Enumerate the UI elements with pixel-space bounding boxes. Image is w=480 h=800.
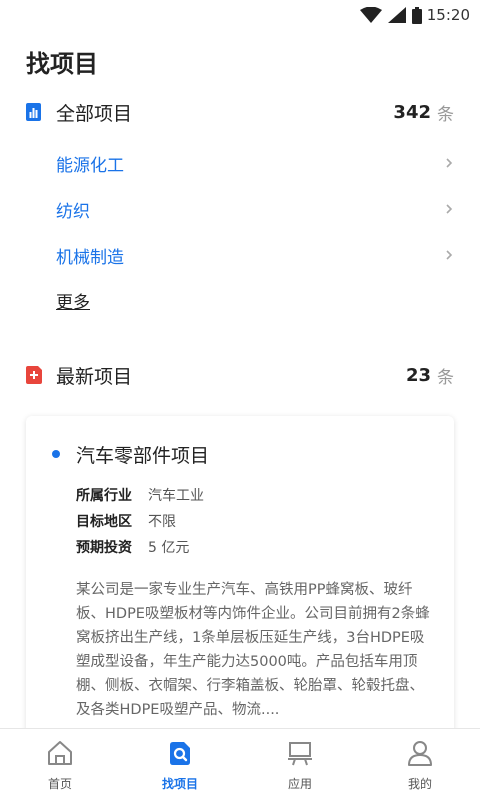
- meta-key: 预期投资: [76, 540, 132, 556]
- new-projects-header[interactable]: 最新项目 23 条: [26, 361, 454, 389]
- tab-label: 首页: [47, 777, 72, 791]
- new-projects-title: 最新项目: [56, 365, 133, 388]
- search-project-icon: [170, 742, 190, 765]
- chevron-right-icon: [446, 158, 453, 168]
- meta-value: 汽车工业: [148, 488, 204, 504]
- chevron-right-icon: [446, 204, 453, 214]
- home-icon: [48, 741, 72, 765]
- apps-icon: [288, 742, 312, 766]
- signal-icon: [388, 7, 406, 23]
- meta-value: 5 亿元: [148, 540, 190, 556]
- all-projects-title: 全部项目: [56, 102, 133, 125]
- category-label: 能源化工: [56, 155, 124, 176]
- status-icons: [360, 6, 422, 24]
- meta-value: 不限: [148, 514, 176, 530]
- bottom-tab-bar: 首页 找项目 应用 我的: [0, 728, 480, 800]
- new-document-icon: [26, 366, 42, 384]
- category-label: 纺织: [56, 201, 90, 222]
- category-label: 机械制造: [56, 247, 124, 268]
- project-description: 某公司是一家专业生产汽车、高铁用PP蜂窝板、玻纤板、HDPE吸塑板材等内饰件企业…: [76, 582, 430, 718]
- project-meta: 所属行业 汽车工业 目标地区 不限 预期投资 5 亿元: [76, 482, 430, 560]
- tab-label: 我的: [407, 777, 432, 791]
- battery-icon: [412, 6, 422, 24]
- bullet-dot-icon: [52, 450, 60, 458]
- tab-mine[interactable]: 我的: [360, 729, 480, 800]
- category-list: 能源化工 纺织 机械制造: [56, 140, 454, 278]
- category-item-energy[interactable]: 能源化工: [56, 140, 454, 186]
- category-item-machinery[interactable]: 机械制造: [56, 232, 454, 278]
- status-time: 15:20: [426, 6, 470, 24]
- new-projects-unit: 条: [437, 367, 454, 388]
- meta-row-investment: 预期投资 5 亿元: [76, 534, 430, 560]
- user-icon: [408, 741, 432, 766]
- all-projects-header[interactable]: 全部项目 342 条: [26, 98, 454, 126]
- chevron-right-icon: [446, 250, 453, 260]
- tab-apps[interactable]: 应用: [240, 729, 360, 800]
- meta-row-industry: 所属行业 汽车工业: [76, 482, 430, 508]
- tab-label: 应用: [287, 777, 312, 791]
- more-link[interactable]: 更多: [56, 288, 90, 313]
- meta-key: 目标地区: [76, 514, 132, 530]
- all-projects-unit: 条: [437, 104, 454, 125]
- category-item-textile[interactable]: 纺织: [56, 186, 454, 232]
- meta-key: 所属行业: [76, 488, 132, 504]
- all-projects-count: 342: [393, 101, 431, 123]
- tab-home[interactable]: 首页: [0, 729, 120, 800]
- new-projects-count: 23: [405, 364, 431, 386]
- project-card-header: 汽车零部件项目: [52, 442, 430, 467]
- project-card[interactable]: 汽车零部件项目 所属行业 汽车工业 目标地区 不限 预期投资 5 亿元 某公司是…: [26, 416, 454, 756]
- meta-row-region: 目标地区 不限: [76, 508, 430, 534]
- page-title: 找项目: [26, 50, 98, 78]
- status-bar: 15:20: [0, 0, 480, 30]
- tab-find-project[interactable]: 找项目: [120, 729, 240, 800]
- wifi-icon: [360, 7, 382, 23]
- project-title: 汽车零部件项目: [76, 444, 210, 467]
- tab-label: 找项目: [161, 777, 198, 791]
- bar-chart-icon: [26, 103, 41, 121]
